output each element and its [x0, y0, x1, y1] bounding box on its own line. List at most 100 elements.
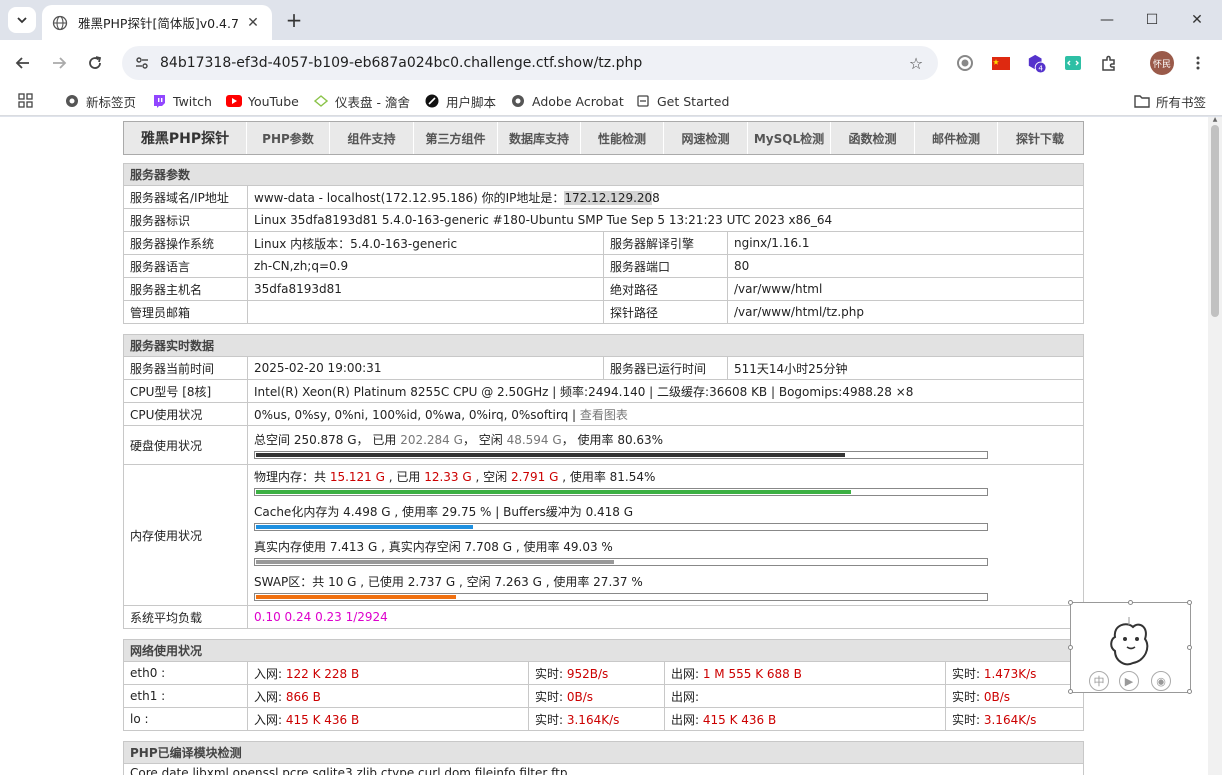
active-tab[interactable]: 雅黑PHP探针[简体版]v0.4.7 ✕: [42, 5, 272, 40]
disk-used: 202.284 G: [400, 432, 463, 447]
nav-performance[interactable]: 性能检测: [581, 122, 664, 154]
scroll-thumb[interactable]: [1211, 125, 1219, 317]
new-tab-button[interactable]: +: [282, 8, 306, 32]
phys-total: 15.121 G: [329, 470, 385, 484]
tab-search-button[interactable]: [8, 7, 36, 33]
star-icon[interactable]: ☆: [904, 51, 928, 75]
nav-mysql[interactable]: MySQL检测: [748, 122, 831, 154]
twitch-icon: [151, 93, 167, 109]
resize-handle[interactable]: [1068, 645, 1073, 650]
net-rt-label: 实时:: [952, 689, 984, 704]
resize-handle[interactable]: [1068, 600, 1073, 605]
row-label: 服务器当前时间: [123, 356, 248, 380]
record-extension-icon[interactable]: [955, 53, 975, 73]
nav-network-speed[interactable]: 网速检测: [664, 122, 748, 154]
bookmark-get-started[interactable]: Get Started: [635, 92, 729, 110]
nav-php-params[interactable]: PHP参数: [247, 122, 330, 154]
cache-fill: [256, 525, 473, 529]
cache-text: Cache化内存为 4.498 G , 使用率 29.75 % | Buffer…: [254, 505, 634, 519]
all-bookmarks-button[interactable]: 所有书签: [1134, 92, 1206, 110]
apps-grid-icon[interactable]: [18, 92, 34, 110]
resize-handle[interactable]: [1187, 689, 1192, 694]
bookmark-userscript[interactable]: 用户脚本: [424, 92, 496, 110]
row-value: [247, 300, 604, 324]
table-row: 服务器当前时间 2025-02-20 19:00:31 服务器已运行时间 511…: [123, 356, 1084, 380]
swap-bar: [254, 593, 988, 601]
disk-free: 48.594 G: [506, 432, 562, 447]
back-button[interactable]: [10, 50, 36, 76]
nav-download[interactable]: 探针下载: [998, 122, 1082, 154]
domain-value: www-data - localhost(172.12.95.186) 你的IP…: [254, 190, 565, 205]
net-out: 出网: 1 M 555 K 688 B: [664, 661, 946, 685]
menu-control-icon[interactable]: 中: [1089, 671, 1109, 691]
nav-database[interactable]: 数据库支持: [498, 122, 581, 154]
bookmark-label: 仪表盘 - 澹舍: [335, 94, 410, 110]
phys-free-label: , 空闲: [471, 470, 511, 484]
tampermonkey-icon: [424, 93, 440, 109]
row-value: 0%us, 0%sy, 0%ni, 100%id, 0%wa, 0%irq, 0…: [247, 402, 1084, 426]
net-rt-out: 实时: 0B/s: [945, 684, 1084, 708]
refresh-icon[interactable]: ◉: [1151, 671, 1171, 691]
net-rt-in: 实时: 0B/s: [528, 684, 665, 708]
play-icon[interactable]: ▶: [1119, 671, 1139, 691]
resize-handle[interactable]: [1068, 689, 1073, 694]
close-window-button[interactable]: ✕: [1182, 8, 1212, 32]
phys-used: 12.33 G: [424, 470, 472, 484]
client-ip: 172.12.129.20: [564, 190, 653, 205]
row-label: 服务器端口: [603, 254, 728, 278]
puzzle-icon[interactable]: [1099, 53, 1119, 73]
nav-mail[interactable]: 邮件检测: [915, 122, 998, 154]
row-label: 服务器域名/IP地址: [123, 185, 248, 209]
code-extension-icon[interactable]: [1063, 53, 1083, 73]
china-flag-icon[interactable]: [991, 53, 1011, 73]
bookmark-new-tab[interactable]: 新标签页: [64, 92, 136, 110]
row-value: 35dfa8193d81: [247, 277, 604, 301]
bookmark-dashboard[interactable]: 仪表盘 - 澹舍: [313, 92, 410, 110]
badge-extension-icon[interactable]: 4: [1027, 53, 1047, 74]
table-row: 服务器域名/IP地址 www-data - localhost(172.12.9…: [123, 185, 1084, 209]
resize-handle[interactable]: [1128, 600, 1133, 605]
maximize-button[interactable]: ☐: [1137, 8, 1167, 32]
mascot-widget[interactable]: 中 ▶ ◉: [1068, 600, 1192, 694]
scroll-up-icon[interactable]: ▲: [1211, 117, 1219, 123]
address-bar[interactable]: 84b17318-ef3d-4057-b109-eb687a024bc0.cha…: [122, 46, 938, 80]
phys-used-label: , 已用: [384, 470, 425, 484]
bookmark-acrobat[interactable]: Adobe Acrobat: [510, 92, 624, 110]
nav-brand[interactable]: 雅黑PHP探针: [124, 122, 247, 154]
row-value: /var/www/html: [727, 277, 1084, 301]
table-row: 服务器语言 zh-CN,zh;q=0.9 服务器端口 80: [123, 254, 1084, 278]
page-scrollbar[interactable]: ▲: [1208, 117, 1222, 775]
reload-button[interactable]: [82, 50, 108, 76]
row-label: CPU型号 [8核]: [123, 379, 248, 403]
row-value: Intel(R) Xeon(R) Platinum 8255C CPU @ 2.…: [247, 379, 1084, 403]
nav-third-party[interactable]: 第三方组件: [414, 122, 498, 154]
bookmark-youtube[interactable]: YouTube: [226, 92, 299, 110]
close-icon[interactable]: ✕: [244, 14, 262, 32]
profile-avatar[interactable]: 怀民: [1150, 51, 1174, 75]
row-value: www-data - localhost(172.12.95.186) 你的IP…: [247, 185, 1084, 209]
site-settings-icon[interactable]: [130, 51, 154, 75]
section-title: 网络使用状况: [123, 639, 1084, 662]
network-rows: eth0 : 入网: 122 K 228 B 实时: 952B/s 出网: 1 M 5…: [123, 661, 1084, 731]
resize-handle[interactable]: [1187, 600, 1192, 605]
bookmark-label: Twitch: [173, 93, 212, 109]
net-rt-in-value: 3.164K/s: [566, 712, 620, 727]
row-label: 服务器语言: [123, 254, 248, 278]
nav-components[interactable]: 组件支持: [330, 122, 414, 154]
dashboard-icon: [313, 93, 329, 109]
net-out: 出网:: [664, 684, 946, 708]
iface-name: lo :: [123, 707, 248, 731]
swap-text: SWAP区：共 10 G , 已使用 2.737 G , 空闲 7.263 G …: [254, 575, 643, 589]
nav-functions[interactable]: 函数检测: [831, 122, 915, 154]
net-rt-out: 实时: 3.164K/s: [945, 707, 1084, 731]
row-label: 服务器操作系统: [123, 231, 248, 255]
row-value: /var/www/html/tz.php: [727, 300, 1084, 324]
bookmark-twitch[interactable]: Twitch: [151, 92, 212, 110]
menu-dots-icon[interactable]: [1188, 53, 1208, 73]
forward-button[interactable]: [46, 50, 72, 76]
resize-handle[interactable]: [1187, 645, 1192, 650]
net-out-label: 出网:: [671, 712, 703, 727]
minimize-button[interactable]: —: [1092, 8, 1122, 32]
cpu-chart-link[interactable]: 查看图表: [580, 408, 628, 422]
mascot-figure-icon: [1110, 617, 1149, 666]
